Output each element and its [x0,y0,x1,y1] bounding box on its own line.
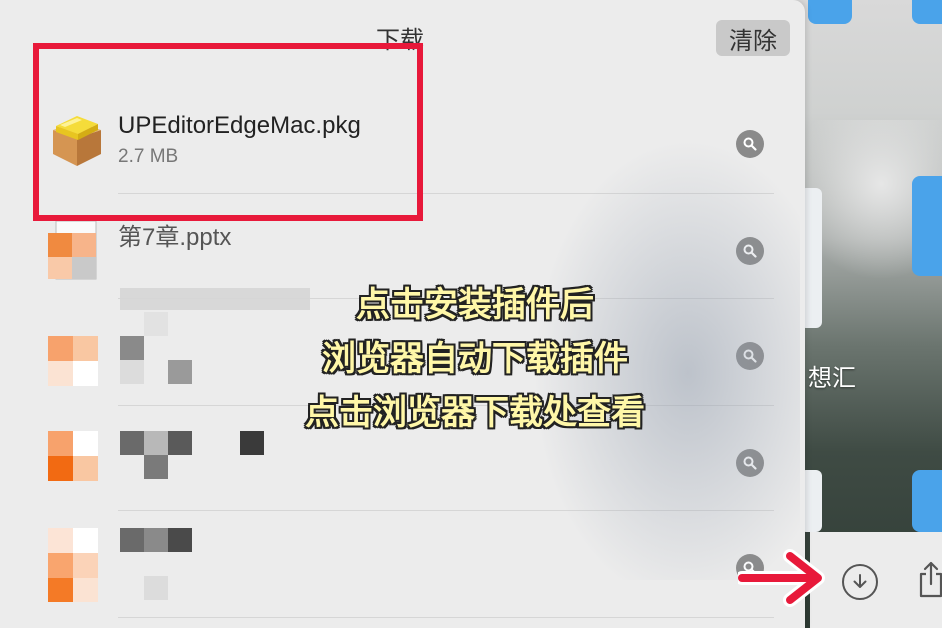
clear-button[interactable]: 清除 [716,20,790,56]
download-file-name[interactable]: 第7章.pptx [118,217,231,252]
caption-line: 点击安装插件后 [356,285,594,325]
blurred-file-size [120,360,144,384]
blurred-file-size [168,360,192,384]
share-button[interactable] [918,560,942,598]
blurred-file-icon [48,528,98,602]
pointer-arrow-icon [738,549,825,607]
blurred-file-name [168,528,192,552]
highlight-box [33,43,423,221]
share-icon [919,561,942,598]
blurred-file-name [240,431,264,455]
desktop-folder-icon[interactable] [808,0,852,24]
blurred-file-name [168,431,192,455]
blurred-file-name [120,431,144,455]
blurred-file-name [144,528,168,552]
blurred-file-name [144,431,168,455]
blurred-file-name [120,528,144,552]
blurred-file-size [144,455,168,479]
blurred-file-name [144,312,168,336]
caption-line: 浏览器自动下载插件 [322,339,628,379]
tutorial-caption: 点击安装插件后 浏览器自动下载插件 点击浏览器下载处查看 [285,278,665,440]
download-arrow-icon [853,574,867,588]
blurred-file-icon [48,336,98,392]
row-divider [118,617,774,618]
desktop-folder-icon[interactable] [912,470,942,532]
desktop-folder-icon[interactable] [912,176,942,276]
desktop-folder-label: 想汇 [808,364,856,392]
desktop-folder-icon[interactable] [912,0,942,24]
blurred-file-name [120,336,144,360]
document-icon [48,215,97,280]
blurred-file-icon [48,431,98,487]
blurred-file-size [144,576,168,600]
caption-line: 点击浏览器下载处查看 [305,393,645,433]
downloads-toolbar-button[interactable] [842,564,878,600]
